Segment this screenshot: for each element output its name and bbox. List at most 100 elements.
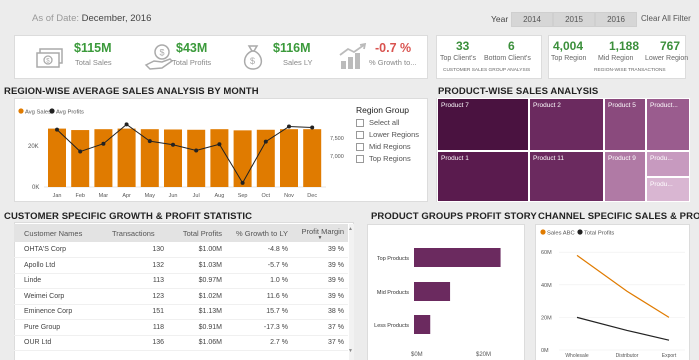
sales-abc-line — [576, 254, 670, 318]
table-row[interactable]: Apollo Ltd 132 $1.03M -5.7 % 39 % — [14, 257, 348, 274]
tile-product-other[interactable]: Product... — [646, 98, 690, 151]
kpi-value: $116M — [273, 41, 311, 55]
bar-product-group[interactable] — [414, 282, 451, 301]
point-avg-profits[interactable] — [310, 125, 315, 130]
as-of-date: As of Date: December, 2016 — [32, 13, 151, 24]
checkbox[interactable] — [356, 118, 364, 127]
x-tick-month: Apr — [122, 193, 131, 199]
bar-avg-sales[interactable] — [233, 130, 252, 187]
top-clients-label: Top Client's — [440, 55, 476, 62]
bar-avg-sales[interactable] — [71, 130, 90, 187]
filter-option-top-regions[interactable]: Top Regions — [356, 154, 419, 163]
y-tick: 60M — [541, 250, 552, 256]
bar-product-group[interactable] — [414, 248, 501, 267]
year-button-2014[interactable]: 2014 — [511, 12, 553, 27]
tile-product-7[interactable]: Product 7 — [437, 98, 529, 151]
point-avg-profits[interactable] — [263, 139, 268, 144]
top-region-label: Top Region — [551, 55, 587, 62]
tile-product-small-a[interactable]: Produ... — [646, 151, 690, 177]
scroll-down-icon[interactable]: ▼ — [348, 348, 353, 354]
point-avg-profits[interactable] — [78, 149, 83, 154]
tile-product-small-b[interactable]: Produ... — [646, 177, 690, 202]
cell-transactions: 130 — [108, 242, 168, 258]
tile-product-9[interactable]: Product 9 — [604, 151, 646, 202]
point-avg-profits[interactable] — [217, 142, 222, 147]
money-bill-icon: $ — [36, 48, 63, 68]
col-profit-margin-label: Profit Margin — [301, 226, 344, 236]
bar-avg-sales[interactable] — [140, 129, 159, 187]
point-avg-profits[interactable] — [101, 141, 106, 146]
y-tick: 40M — [541, 283, 552, 289]
point-avg-profits[interactable] — [240, 180, 245, 185]
scroll-up-icon[interactable]: ▲ — [348, 226, 353, 232]
cell-growth: 2.7 % — [226, 335, 292, 351]
x-tick-month: Jun — [169, 193, 178, 199]
year-button-2016[interactable]: 2016 — [595, 12, 637, 27]
filter-option-label: Top Regions — [369, 154, 411, 163]
kpi-value: $115M — [74, 41, 112, 55]
region-stats-caption: REGION-WISE TRANSACTIONS — [594, 68, 666, 73]
bar-avg-sales[interactable] — [280, 129, 298, 187]
checkbox[interactable] — [356, 142, 364, 151]
kpi-label: Total Sales — [75, 58, 112, 67]
tile-product-5[interactable]: Product 5 — [604, 98, 646, 151]
bar-product-group[interactable] — [414, 315, 431, 334]
table-row[interactable]: Weimei Corp 123 $1.02M 11.6 % 39 % — [14, 288, 348, 305]
sort-desc-icon[interactable]: ▼ — [296, 235, 344, 240]
col-profit-margin[interactable]: Profit Margin ▼ — [292, 224, 348, 242]
cell-total-profits: $1.06M — [168, 335, 226, 351]
x-tick-month: Jan — [53, 193, 62, 199]
table-row[interactable]: Linde 113 $0.97M 1.0 % 39 % — [14, 273, 348, 289]
table-row[interactable]: OHTA'S Corp 130 $1.00M -4.8 % 39 % — [14, 242, 348, 258]
bar-avg-sales[interactable] — [117, 128, 136, 187]
point-avg-profits[interactable] — [171, 142, 175, 147]
legend-total-profits: Total Profits — [584, 231, 614, 237]
money-bag-icon: $ — [243, 45, 263, 70]
x-tick-month: Jul — [193, 193, 200, 199]
col-customer-names[interactable]: Customer Names — [14, 224, 108, 242]
top-clients-value: 33 — [456, 39, 470, 53]
cell-total-profits: $1.02M — [168, 288, 226, 305]
point-avg-profits[interactable] — [287, 124, 291, 129]
bar-avg-sales[interactable] — [164, 129, 182, 187]
cell-customer-name: OUR Ltd — [14, 335, 108, 351]
col-total-profits[interactable]: Total Profits — [168, 224, 226, 242]
cell-customer-name: OHTA'S Corp — [14, 242, 108, 258]
clear-all-filter-button[interactable]: Clear All Filter — [641, 14, 691, 23]
table-row[interactable]: Eminence Corp 151 $1.13M 15.7 % 38 % — [14, 304, 348, 320]
checkbox[interactable] — [356, 130, 364, 139]
cell-total-profits: $0.91M — [168, 319, 226, 336]
bar-avg-sales[interactable] — [187, 129, 206, 187]
cell-profit-margin: 39 % — [292, 242, 348, 258]
table-scrollbar[interactable] — [349, 224, 354, 360]
point-avg-profits[interactable] — [55, 127, 59, 132]
filter-option-select-all[interactable]: Select all — [356, 118, 419, 127]
tile-product-1[interactable]: Product 1 — [437, 151, 529, 202]
point-avg-profits[interactable] — [147, 139, 152, 144]
filter-option-mid-regions[interactable]: Mid Regions — [356, 142, 419, 151]
point-avg-profits[interactable] — [194, 148, 199, 153]
legend-sales-abc: Sales ABC — [547, 231, 575, 237]
cell-profit-margin: 39 % — [292, 257, 348, 274]
col-transactions[interactable]: Transactions — [108, 224, 168, 242]
bar-avg-sales[interactable] — [256, 129, 275, 187]
point-avg-profits[interactable] — [124, 122, 129, 127]
checkbox[interactable] — [356, 154, 364, 163]
year-label: Year — [491, 14, 509, 24]
bar-avg-sales[interactable] — [303, 129, 322, 187]
filter-option-lower-regions[interactable]: Lower Regions — [356, 130, 419, 139]
table-row[interactable]: Pure Group 118 $0.91M -17.3 % 37 % — [14, 319, 348, 336]
year-button-2015[interactable]: 2015 — [553, 12, 595, 27]
col-growth[interactable]: % Growth to LY — [226, 224, 292, 242]
tile-product-2[interactable]: Product 2 — [529, 98, 604, 151]
y-tick: 20M — [541, 315, 552, 321]
cell-growth: 1.0 % — [226, 273, 292, 289]
table-row[interactable]: OUR Ltd 136 $1.06M 2.7 % 37 % — [14, 335, 348, 351]
bar-avg-sales[interactable] — [210, 129, 229, 187]
kpi-label: Total Profits — [172, 58, 212, 67]
tile-product-11[interactable]: Product 11 — [529, 151, 604, 202]
customer-table: Customer Names Transactions Total Profit… — [14, 224, 348, 351]
cell-profit-margin: 39 % — [292, 288, 348, 305]
bar-avg-sales[interactable] — [48, 128, 66, 187]
y-tick-product-group: Mid Products — [377, 290, 409, 296]
